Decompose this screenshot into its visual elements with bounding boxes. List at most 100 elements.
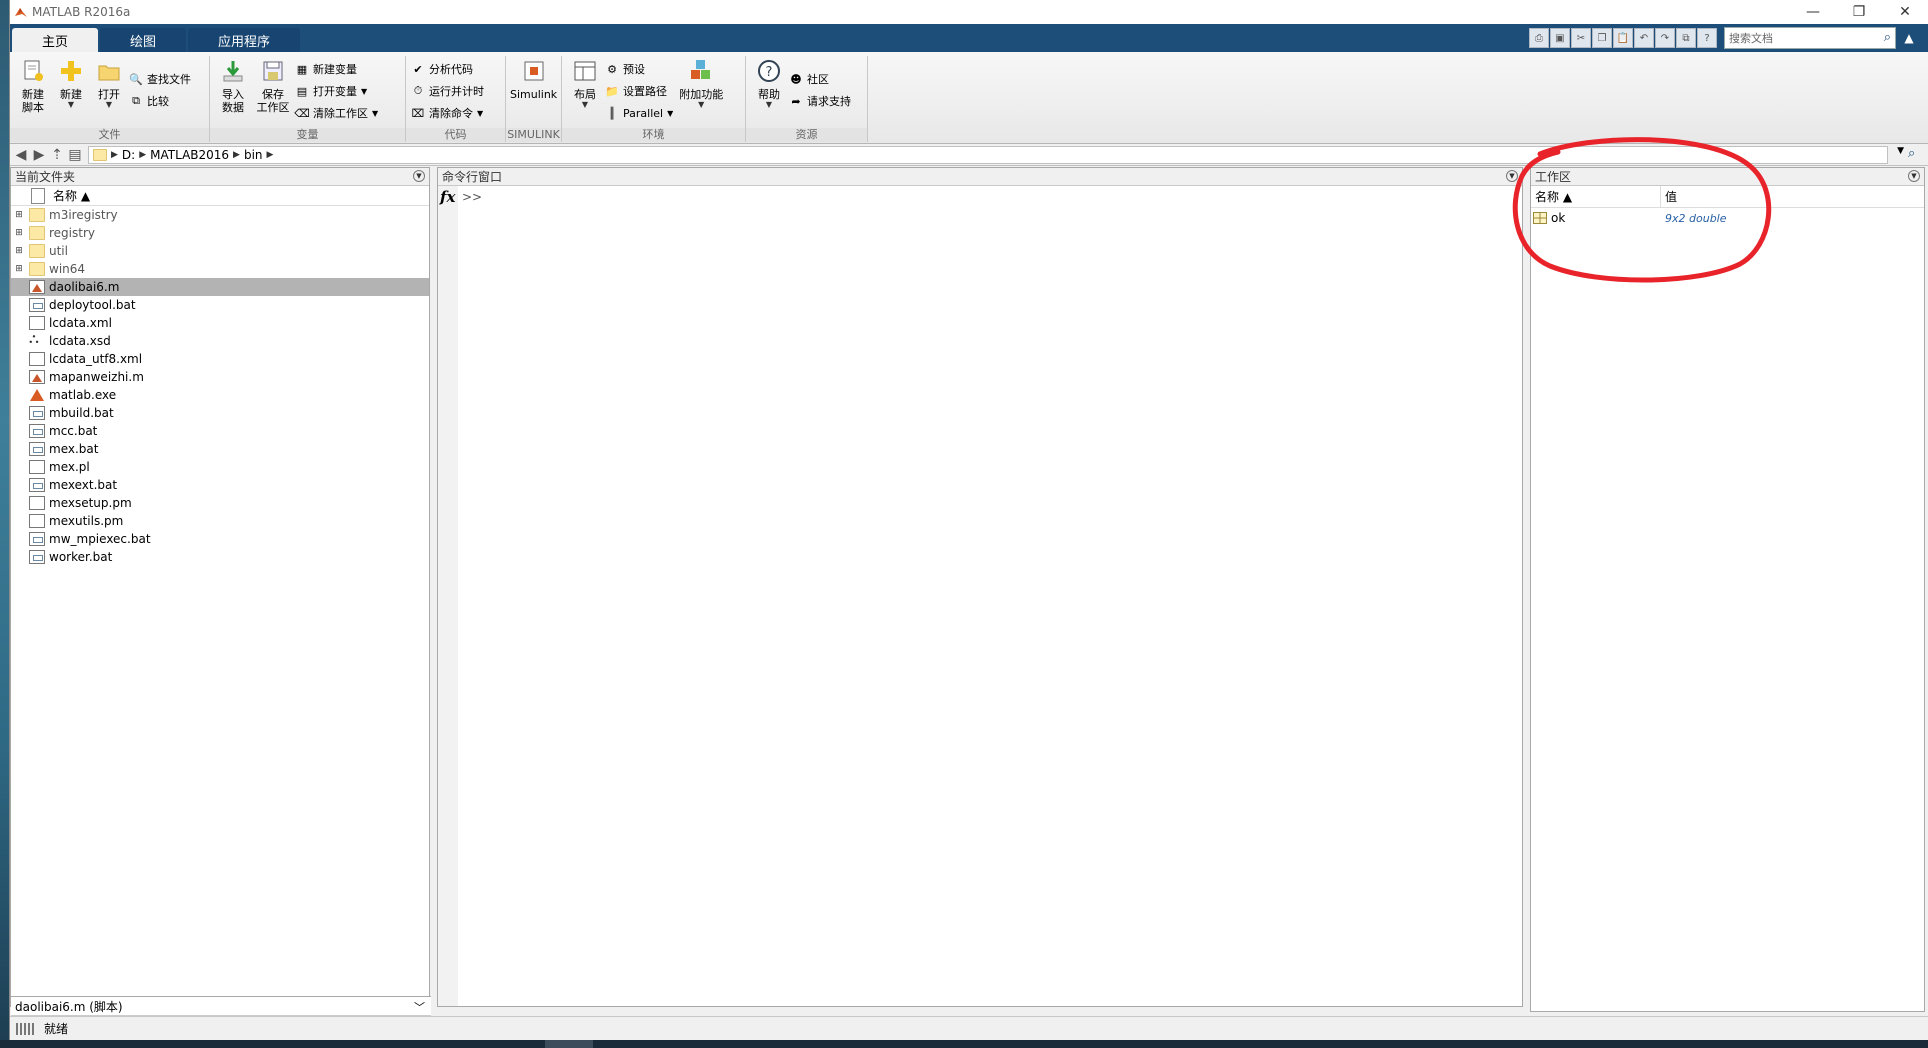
search-icon[interactable]: ⌕ (1884, 30, 1891, 45)
path-dropdown-icon[interactable]: ▼ (1897, 146, 1904, 156)
community-label: 社区 (807, 73, 829, 86)
command-input-area[interactable]: fx >> (438, 186, 1522, 1006)
file-row[interactable]: mcc.bat (11, 422, 429, 440)
addons-cubes-icon (691, 60, 711, 79)
file-row[interactable]: mbuild.bat (11, 404, 429, 422)
chevron-right-icon: ▶ (139, 149, 147, 160)
workspace-columns: 名称 ▲ 值 (1531, 186, 1924, 208)
path-search-icon[interactable]: ⌕ (1908, 146, 1926, 164)
tab-home[interactable]: 主页 (12, 28, 99, 52)
path-input[interactable]: ▶ D: ▶ MATLAB2016 ▶ bin ▶ (88, 145, 1888, 164)
chevron-right-icon: ▶ (266, 149, 274, 160)
restore-button[interactable]: ❐ (1836, 0, 1882, 24)
file-row[interactable]: deploytool.bat (11, 296, 429, 314)
help-icon[interactable]: ? (1697, 28, 1717, 48)
panel-menu-icon[interactable]: ▼ (1908, 170, 1920, 182)
open-folder-icon (98, 65, 120, 81)
name-column-header[interactable]: 名称 ▲ (11, 186, 429, 206)
row-spacer (13, 533, 25, 545)
file-row[interactable]: worker.bat (11, 548, 429, 566)
batch-file-icon (29, 532, 45, 546)
tab-plots[interactable]: 绘图 (100, 28, 187, 52)
shortcut-icon[interactable]: ⎙ (1529, 28, 1549, 48)
browse-folder-icon[interactable]: ▤ (66, 146, 84, 164)
workspace-title: 工作区 (1535, 170, 1572, 184)
chevron-down-icon: ▼ (667, 108, 674, 118)
minimize-button[interactable]: — (1790, 0, 1836, 24)
expand-icon[interactable]: ⊞ (13, 263, 25, 275)
run-and-time-button[interactable]: ⏱ 运行并计时 (410, 80, 488, 102)
row-spacer (13, 461, 25, 473)
file-name: lcdata.xsd (49, 334, 111, 348)
forward-arrow-icon[interactable]: ▶ (30, 146, 48, 164)
folder-row[interactable]: ⊞ registry (11, 224, 429, 242)
analyze-code-button[interactable]: ✔ 分析代码 (410, 58, 488, 80)
request-support-button[interactable]: ➦ 请求支持 (788, 90, 855, 112)
layout-icon (574, 61, 596, 81)
back-arrow-icon[interactable]: ◀ (12, 146, 30, 164)
paste-icon[interactable]: 📋 (1613, 28, 1633, 48)
clear-commands-button[interactable]: ⌧ 清除命令 ▼ (410, 102, 488, 124)
file-row[interactable]: daolibai6.m (11, 278, 429, 296)
file-row[interactable]: mapanweizhi.m (11, 368, 429, 386)
parallel-button[interactable]: ║ Parallel ▼ (604, 102, 677, 124)
file-row[interactable]: lcdata_utf8.xml (11, 350, 429, 368)
row-spacer (13, 515, 25, 527)
undo-icon[interactable]: ↶ (1634, 28, 1654, 48)
find-files-button[interactable]: 🔍 查找文件 (128, 68, 195, 90)
file-name: win64 (49, 262, 86, 276)
workspace-variable-row[interactable]: ok 9x2 double (1531, 208, 1924, 228)
folder-row[interactable]: ⊞ m3iregistry (11, 206, 429, 224)
panel-menu-icon[interactable]: ▼ (1506, 170, 1518, 182)
folder-row[interactable]: ⊞ win64 (11, 260, 429, 278)
details-bar[interactable]: daolibai6.m (脚本) ﹀ (11, 996, 431, 1016)
compare-button[interactable]: ⧉ 比较 (128, 90, 195, 112)
file-row[interactable]: mexutils.pm (11, 512, 429, 530)
chevron-down-icon[interactable]: ﹀ (414, 999, 425, 1015)
support-icon: ➦ (791, 94, 801, 108)
folder-icon (29, 208, 45, 222)
compare-icon: ⧉ (132, 94, 140, 107)
function-browser-icon[interactable]: fx (440, 188, 455, 206)
file-row[interactable]: matlab.exe (11, 386, 429, 404)
cut-icon[interactable]: ✂ (1571, 28, 1591, 48)
search-docs-input[interactable]: 搜索文档 ⌕ (1724, 27, 1896, 49)
path-segment[interactable]: bin (244, 148, 263, 162)
expand-icon[interactable]: ⊞ (13, 209, 25, 221)
folder-row[interactable]: ⊞ util (11, 242, 429, 260)
file-row[interactable]: mex.bat (11, 440, 429, 458)
open-variable-button[interactable]: ▤ 打开变量 ▼ (294, 80, 382, 102)
file-row[interactable]: mw_mpiexec.bat (11, 530, 429, 548)
close-button[interactable]: ✕ (1882, 0, 1928, 24)
path-segment[interactable]: MATLAB2016 (150, 148, 229, 162)
group-environment-label: 环境 (562, 128, 745, 142)
preferences-button[interactable]: ⚙ 预设 (604, 58, 677, 80)
save-icon[interactable]: ▣ (1550, 28, 1570, 48)
expand-icon[interactable]: ⊞ (13, 227, 25, 239)
ws-name-column-header[interactable]: 名称 ▲ (1531, 186, 1661, 207)
switch-windows-icon[interactable]: ⧉ (1676, 28, 1696, 48)
ws-value-column-header[interactable]: 值 (1661, 186, 1677, 207)
panel-menu-icon[interactable]: ▼ (413, 170, 425, 182)
community-button[interactable]: ☻ 社区 (788, 68, 855, 90)
up-folder-icon[interactable]: ⇡ (48, 146, 66, 164)
file-row[interactable]: lcdata.xsd (11, 331, 429, 350)
file-row[interactable]: lcdata.xml (11, 314, 429, 332)
path-segment[interactable]: D: (122, 148, 135, 162)
expand-icon[interactable]: ⊞ (13, 245, 25, 257)
file-row[interactable]: mexsetup.pm (11, 494, 429, 512)
folder-icon (29, 244, 45, 258)
schema-file-icon (29, 331, 45, 348)
new-variable-button[interactable]: ▦ 新建变量 (294, 58, 382, 80)
collapse-ribbon-icon[interactable]: ▲ (1900, 27, 1918, 49)
set-path-button[interactable]: 📁 设置路径 (604, 80, 677, 102)
current-folder-panel: 当前文件夹 ▼ 名称 ▲ ⊞ m3iregistry ⊞ registry ⊞ util ⊞… (10, 167, 431, 1016)
tab-apps[interactable]: 应用程序 (188, 28, 301, 52)
copy-icon[interactable]: ❐ (1592, 28, 1612, 48)
row-spacer (13, 353, 25, 365)
file-row[interactable]: mex.pl (11, 458, 429, 476)
row-spacer (13, 479, 25, 491)
redo-icon[interactable]: ↷ (1655, 28, 1675, 48)
clear-workspace-button[interactable]: ⌫ 清除工作区 ▼ (294, 102, 382, 124)
file-row[interactable]: mexext.bat (11, 476, 429, 494)
